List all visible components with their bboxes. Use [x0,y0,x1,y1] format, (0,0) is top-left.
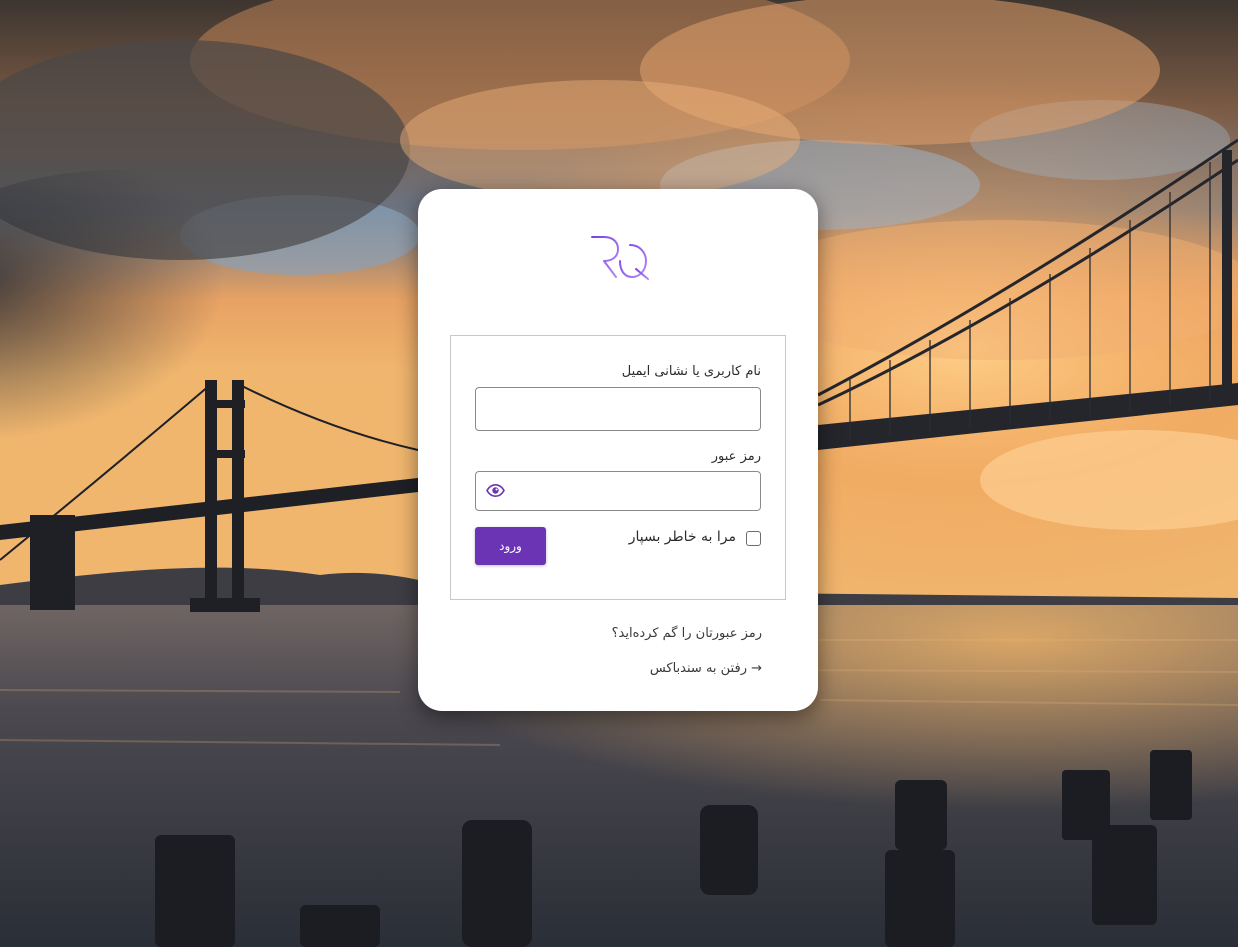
login-form: نام کاربری یا نشانی ایمیل رمز عبور مرا ب… [450,335,786,600]
password-input[interactable] [475,471,761,511]
eye-icon[interactable] [486,484,505,497]
remember-me-label: مرا به خاطر بسپار [628,529,736,545]
login-card: نام کاربری یا نشانی ایمیل رمز عبور مرا ب… [418,189,818,711]
username-input[interactable] [475,387,761,431]
login-button[interactable]: ورود [475,527,546,565]
back-to-site-link[interactable]: → رفتن به سندباکس [650,661,762,676]
remember-me-checkbox[interactable] [746,531,761,546]
lost-password-link[interactable]: رمز عبورتان را گم کرده‌اید؟ [612,626,762,641]
password-label: رمز عبور [711,449,761,464]
username-label: نام کاربری یا نشانی ایمیل [621,364,761,379]
rq-logo-icon [591,236,649,280]
